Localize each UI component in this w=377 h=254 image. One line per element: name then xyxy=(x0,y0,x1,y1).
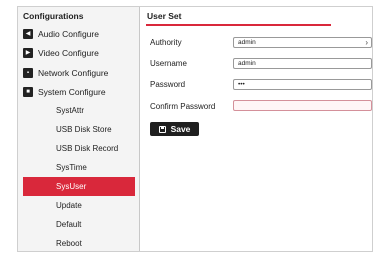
password-label: Password xyxy=(150,80,186,89)
username-label: Username xyxy=(150,59,187,68)
sidebar-item-video-configure[interactable]: ▶ Video Configure xyxy=(23,44,99,62)
save-button[interactable]: Save xyxy=(150,122,199,136)
save-button-label: Save xyxy=(170,124,191,134)
speaker-icon: ◀ xyxy=(23,29,33,39)
authority-select[interactable]: admin › xyxy=(233,37,372,48)
authority-label: Authority xyxy=(150,38,182,47)
save-icon xyxy=(158,125,166,133)
sidebar-item-label: Video Configure xyxy=(38,48,99,58)
sidebar-item-reboot[interactable]: Reboot xyxy=(23,234,135,253)
chevron-right-icon: › xyxy=(365,38,368,47)
sidebar-item-default[interactable]: Default xyxy=(23,215,135,234)
video-icon: ▶ xyxy=(23,48,33,58)
network-icon: ▪ xyxy=(23,68,33,78)
password-field[interactable]: ••• xyxy=(233,79,372,90)
sidebar-item-usb-disk-record[interactable]: USB Disk Record xyxy=(23,139,135,158)
system-icon: ■ xyxy=(23,87,33,97)
sidebar-item-label: Network Configure xyxy=(38,68,109,78)
sidebar-item-systattr[interactable]: SystAttr xyxy=(23,101,135,120)
sidebar-item-network-configure[interactable]: ▪ Network Configure xyxy=(23,64,108,82)
sidebar-item-system-configure[interactable]: ■ System Configure xyxy=(23,83,106,101)
sidebar-item-systime[interactable]: SysTime xyxy=(23,158,135,177)
main-panel: User Set Authority admin › Username admi… xyxy=(140,7,372,251)
username-field[interactable]: admin xyxy=(233,58,372,69)
confirm-password-field[interactable] xyxy=(233,100,372,111)
sidebar-item-label: Audio Configure xyxy=(38,29,99,39)
sidebar-item-usb-disk-store[interactable]: USB Disk Store xyxy=(23,120,135,139)
sidebar-title: Configurations xyxy=(23,11,84,21)
sidebar-item-sysuser[interactable]: SysUser xyxy=(23,177,135,196)
title-underline xyxy=(146,24,331,26)
authority-value: admin xyxy=(238,39,256,46)
sidebar-item-label: System Configure xyxy=(38,87,106,97)
config-window: Configurations ◀ Audio Configure ▶ Video… xyxy=(17,6,373,252)
page-title: User Set xyxy=(147,11,182,21)
sidebar-item-update[interactable]: Update xyxy=(23,196,135,215)
sidebar: Configurations ◀ Audio Configure ▶ Video… xyxy=(18,7,140,251)
confirm-password-label: Confirm Password xyxy=(150,102,216,111)
sidebar-item-audio-configure[interactable]: ◀ Audio Configure xyxy=(23,25,99,43)
